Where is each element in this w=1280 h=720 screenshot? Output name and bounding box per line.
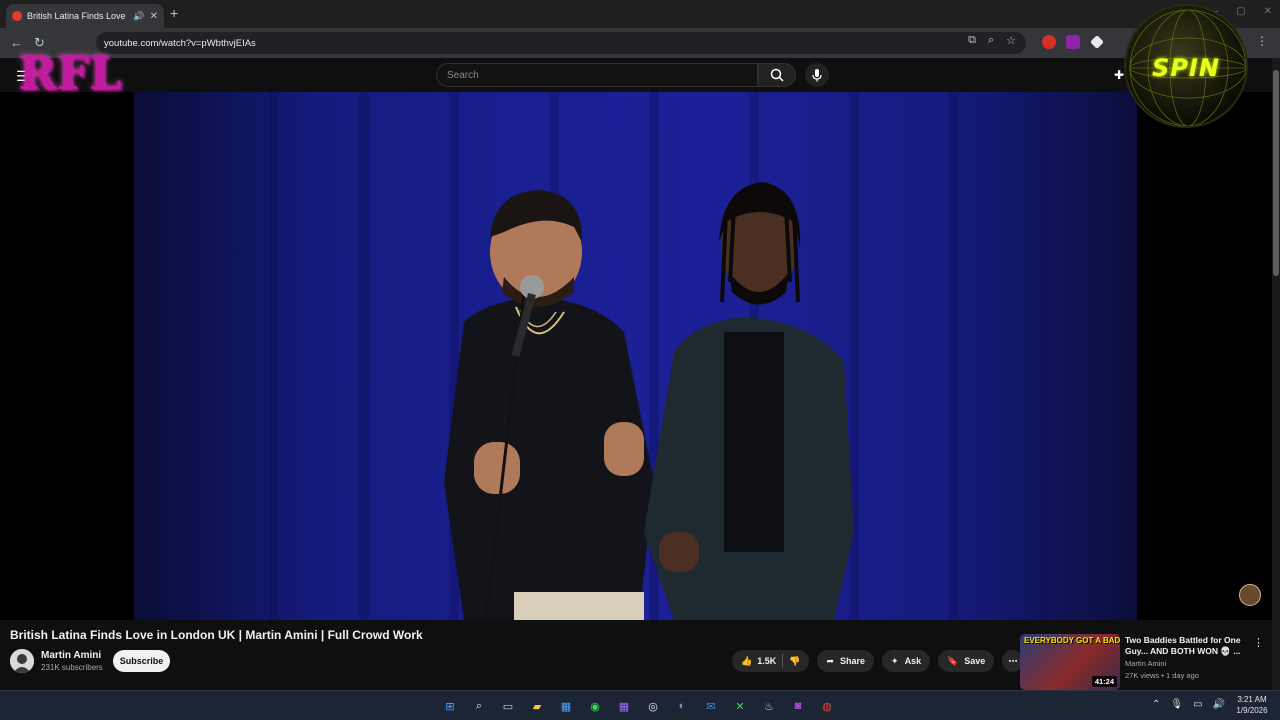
obs-icon[interactable]: ◎ (643, 696, 663, 716)
like-button[interactable]: 👍 1.5K (741, 656, 776, 667)
zoom-icon[interactable]: ⌕ (988, 34, 994, 47)
subscribe-button[interactable]: Subscribe (113, 650, 170, 672)
recommended-thumbnail[interactable]: EVERYBODY GOT A BADDIE 41:24 (1020, 634, 1120, 690)
network-icon[interactable]: ▭ (1193, 699, 1202, 710)
create-icon[interactable]: ✚ (1114, 68, 1124, 82)
share-label: Share (840, 656, 866, 666)
voice-search-button[interactable] (805, 63, 829, 87)
video-duration: 41:24 (1091, 676, 1117, 687)
search-taskbar-icon[interactable]: ⌕ (469, 696, 489, 716)
close-window-icon[interactable]: ✕ (1264, 6, 1272, 17)
recommended-video[interactable]: EVERYBODY GOT A BADDIE 41:24 Two Baddies… (1020, 634, 1270, 690)
taskbar-clock[interactable]: 3:21 AM 1/9/2026 (1230, 694, 1274, 716)
rfl-logo-text: RFL (18, 46, 122, 100)
channel-avatar-image (10, 649, 34, 673)
file-explorer-icon[interactable]: ▰ (527, 696, 547, 716)
bookmark-icon: 🔖 (947, 655, 959, 666)
clock-time: 3:21 AM (1237, 695, 1267, 704)
page-scrollbar[interactable] (1272, 58, 1280, 690)
browser-navbar: ← ↻ youtube.com/watch?v=pWbthvjEIAs ⧉ ⌕ … (0, 28, 1280, 58)
browser-menu-icon[interactable]: ⋮ (1256, 34, 1268, 48)
tab-title: British Latina Finds Love in L (27, 11, 128, 21)
system-tray: ⌃ 🎙 ▭ 🔊 (1152, 699, 1225, 710)
scrollbar-thumb[interactable] (1273, 70, 1279, 276)
recommended-meta: 27K views • 1 day ago (1125, 671, 1199, 680)
camera-app-icon[interactable]: ◙ (788, 696, 808, 716)
mic-tray-icon[interactable]: 🎙 (1170, 699, 1183, 710)
task-view-icon[interactable]: ▭ (498, 696, 518, 716)
omnibox-actions: ⧉ ⌕ ☆ (968, 34, 1016, 47)
windows-start-icon[interactable]: ⊞ (440, 696, 460, 716)
store-icon[interactable]: ▦ (556, 696, 576, 716)
search-icon (770, 68, 784, 82)
ask-button[interactable]: ✦ Ask (882, 650, 931, 672)
new-tab-button[interactable]: + (170, 5, 178, 21)
bookmark-star-icon[interactable]: ☆ (1006, 34, 1016, 47)
thumbs-up-icon: 👍 (741, 655, 753, 666)
share-icon: ➦ (826, 655, 834, 666)
channel-name[interactable]: Martin Amini (41, 650, 101, 661)
save-button[interactable]: 🔖 Save (938, 650, 995, 672)
clock-date: 1/9/2026 (1236, 706, 1268, 715)
address-bar[interactable]: youtube.com/watch?v=pWbthvjEIAs (96, 32, 1026, 54)
video-actions: 👍 1.5K 👎 ➦ Share ✦ Ask 🔖 Save ⋯ (732, 650, 1024, 672)
taskbar-apps: ⊞ ⌕ ▭ ▰ ▦ ◉ ▦ ◎ ◐ ✉ ✕ ♨ ◙ ◍ (440, 696, 837, 716)
channel-avatar[interactable] (10, 649, 34, 673)
windows-taskbar: ⊞ ⌕ ▭ ▰ ▦ ◉ ▦ ◎ ◐ ✉ ✕ ♨ ◙ ◍ ⌃ 🎙 ▭ 🔊 3:21… (0, 690, 1280, 720)
discord-icon[interactable]: ◐ (672, 696, 692, 716)
recommended-channel[interactable]: Martin Amini (1125, 659, 1166, 668)
subscriber-count: 231K subscribers (41, 663, 103, 672)
spin-logo-text: SPIN (1152, 54, 1220, 82)
share-button[interactable]: ➦ Share (817, 650, 875, 672)
volume-icon[interactable]: 🔊 (1213, 699, 1225, 710)
url-text: youtube.com/watch?v=pWbthvjEIAs (104, 37, 256, 49)
video-frame (134, 92, 1137, 620)
video-player[interactable] (0, 92, 1272, 620)
spin-globe-logo-overlay: SPIN (1124, 4, 1248, 128)
like-separator (782, 654, 784, 668)
more-horizontal-icon: ⋯ (1008, 655, 1018, 666)
search-input[interactable]: Search (436, 63, 758, 87)
save-label: Save (964, 656, 986, 666)
rfl-logo-overlay: RFL (14, 22, 126, 124)
install-icon[interactable]: ⧉ (968, 34, 976, 47)
like-dislike-group: 👍 1.5K 👎 (732, 650, 810, 672)
channel-watermark-avatar[interactable] (1239, 584, 1261, 606)
thumbs-down-icon[interactable]: 👎 (789, 656, 800, 667)
video-title: British Latina Finds Love in London UK |… (10, 628, 423, 642)
xbox-green-icon[interactable]: ◉ (585, 696, 605, 716)
close-tab-icon[interactable]: ✕ (150, 11, 158, 22)
ask-label: Ask (904, 656, 922, 666)
browser-tabstrip: British Latina Finds Love in L 🔊 ✕ + — ▢… (0, 0, 1280, 28)
mail-icon[interactable]: ✉ (701, 696, 721, 716)
speaker-icon[interactable]: 🔊 (133, 11, 144, 22)
extension-purple-icon[interactable] (1066, 35, 1080, 49)
like-count: 1.5K (757, 656, 777, 666)
steam-icon[interactable]: ♨ (759, 696, 779, 716)
extension-icons (1042, 35, 1104, 49)
grid-app-icon[interactable]: ▦ (614, 696, 634, 716)
recommended-more-icon[interactable]: ⋮ (1253, 636, 1264, 649)
recommended-title[interactable]: Two Baddies Battled for One Guy... AND B… (1125, 635, 1243, 657)
chrome-icon[interactable]: ◍ (817, 696, 837, 716)
thumbnail-text: EVERYBODY GOT A BADDIE (1024, 636, 1120, 645)
xbox-icon[interactable]: ✕ (730, 696, 750, 716)
tray-chevron-icon[interactable]: ⌃ (1152, 699, 1160, 710)
youtube-header: ☰ Search ✚ (0, 58, 1280, 92)
sparkle-icon: ✦ (891, 655, 899, 666)
extension-diamond-icon[interactable] (1090, 35, 1104, 49)
youtube-favicon-icon (12, 11, 22, 21)
audience-member-figure (644, 182, 854, 620)
search-button[interactable] (758, 63, 796, 87)
microphone-icon (812, 69, 822, 82)
comedian-figure (444, 190, 654, 620)
extension-red-icon[interactable] (1042, 35, 1056, 49)
